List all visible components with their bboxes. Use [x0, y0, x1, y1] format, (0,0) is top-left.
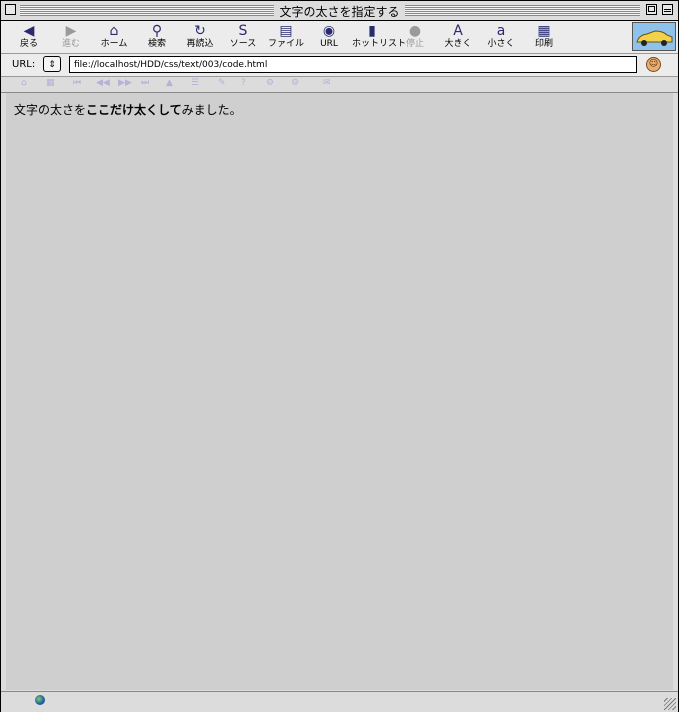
home-label: ホーム	[100, 39, 128, 49]
file-icon: ▤	[279, 23, 293, 39]
reload-label: 再読込	[186, 39, 214, 49]
window-title: 文字の太さを指定する	[274, 5, 405, 19]
print-icon: ▦	[537, 23, 551, 39]
forward-label: 進む	[61, 39, 80, 49]
home-icon: ⌂	[109, 23, 119, 39]
hotlist-button[interactable]: ▮ ホットリスト	[352, 23, 407, 53]
navigation-bar: ⌂ ▦ ⏮ ◀◀ ▶▶ ⏭ ▲ ☰ ✎ ? ⚙ ⚙ ✉	[1, 77, 678, 93]
nav-settings-icon[interactable]: ⚙	[266, 78, 274, 88]
stop-icon: ●	[408, 23, 422, 39]
bold-text: ここだけ太くして	[86, 103, 182, 117]
title-bar[interactable]: 文字の太さを指定する	[1, 1, 678, 21]
nav-first-icon[interactable]: ⏮	[73, 78, 81, 88]
stop-button[interactable]: ● 停止	[395, 23, 435, 53]
reload-button[interactable]: ↻ 再読込	[180, 23, 220, 53]
home-button[interactable]: ⌂ ホーム	[94, 23, 134, 53]
nav-index-icon[interactable]: ☰	[191, 78, 199, 88]
nav-next-icon[interactable]: ▶▶	[118, 78, 132, 88]
print-label: 印刷	[534, 39, 553, 49]
text-after: みました。	[181, 103, 242, 117]
globe-icon	[35, 695, 45, 705]
resize-grip[interactable]	[664, 698, 676, 710]
face-icon[interactable]: ☺	[646, 57, 661, 72]
toolbar: ◀ 戻る ▶ 進む ⌂ ホーム ⚲ 検索 ↻ 再読込 S ソース ▤ ファイル …	[1, 21, 678, 54]
larger-text-button[interactable]: A 大きく	[438, 23, 478, 53]
body-text: 文字の太さをここだけ太くしてみました。	[14, 101, 242, 118]
smaller-text-icon: a	[496, 23, 506, 39]
hotlist-label: ホットリスト	[352, 39, 407, 49]
source-button[interactable]: S ソース	[223, 23, 263, 53]
nav-last-icon[interactable]: ⏭	[141, 78, 149, 88]
smaller-text-label: 小さく	[487, 39, 515, 49]
larger-text-icon: A	[453, 23, 463, 39]
url-input[interactable]	[69, 56, 637, 73]
collapse-box[interactable]	[662, 4, 673, 15]
reload-icon: ↻	[194, 23, 206, 39]
smaller-text-button[interactable]: a 小さく	[481, 23, 521, 53]
nav-prev-icon[interactable]: ◀◀	[96, 78, 110, 88]
nav-up-icon[interactable]: ▲	[166, 78, 173, 88]
search-label: 検索	[147, 39, 166, 49]
search-icon: ⚲	[151, 23, 163, 39]
url-history-popup[interactable]: ⇕	[43, 56, 61, 72]
file-button[interactable]: ▤ ファイル	[266, 23, 306, 53]
nav-home-icon[interactable]: ⌂	[21, 78, 27, 88]
status-bar	[1, 691, 678, 712]
url-label: URL	[320, 39, 338, 49]
page-content: 文字の太さをここだけ太くしてみました。	[6, 93, 673, 690]
zoom-box[interactable]	[646, 4, 657, 15]
url-field-label: URL:	[12, 59, 36, 70]
url-icon: ◉	[322, 23, 336, 39]
nav-grid-icon[interactable]: ▦	[46, 78, 55, 88]
nav-mail-icon[interactable]: ✉	[323, 78, 331, 88]
forward-arrow-icon: ▶	[65, 23, 77, 39]
up-down-arrows-icon: ⇕	[48, 60, 56, 70]
nav-help-icon[interactable]: ?	[241, 78, 246, 88]
text-before: 文字の太さを	[14, 103, 87, 117]
back-arrow-icon: ◀	[23, 23, 35, 39]
nav-edit-icon[interactable]: ✎	[218, 78, 226, 88]
url-button[interactable]: ◉ URL	[309, 23, 349, 53]
back-button[interactable]: ◀ 戻る	[9, 23, 49, 53]
hotlist-icon: ▮	[368, 23, 376, 39]
larger-text-label: 大きく	[444, 39, 472, 49]
source-icon: S	[238, 23, 248, 39]
browser-logo[interactable]	[632, 22, 676, 51]
stop-label: 停止	[405, 39, 424, 49]
print-button[interactable]: ▦ 印刷	[524, 23, 564, 53]
address-bar: URL: ⇕ ☺	[1, 54, 678, 77]
car-logo-icon	[636, 30, 673, 46]
back-label: 戻る	[19, 39, 38, 49]
search-button[interactable]: ⚲ 検索	[137, 23, 177, 53]
file-label: ファイル	[267, 39, 304, 49]
source-label: ソース	[229, 39, 257, 49]
browser-window: 文字の太さを指定する ◀ 戻る ▶ 進む ⌂ ホーム ⚲ 検索 ↻ 再読込 S …	[0, 0, 679, 712]
forward-button[interactable]: ▶ 進む	[51, 23, 91, 53]
nav-gear-icon[interactable]: ⚙	[291, 78, 299, 88]
